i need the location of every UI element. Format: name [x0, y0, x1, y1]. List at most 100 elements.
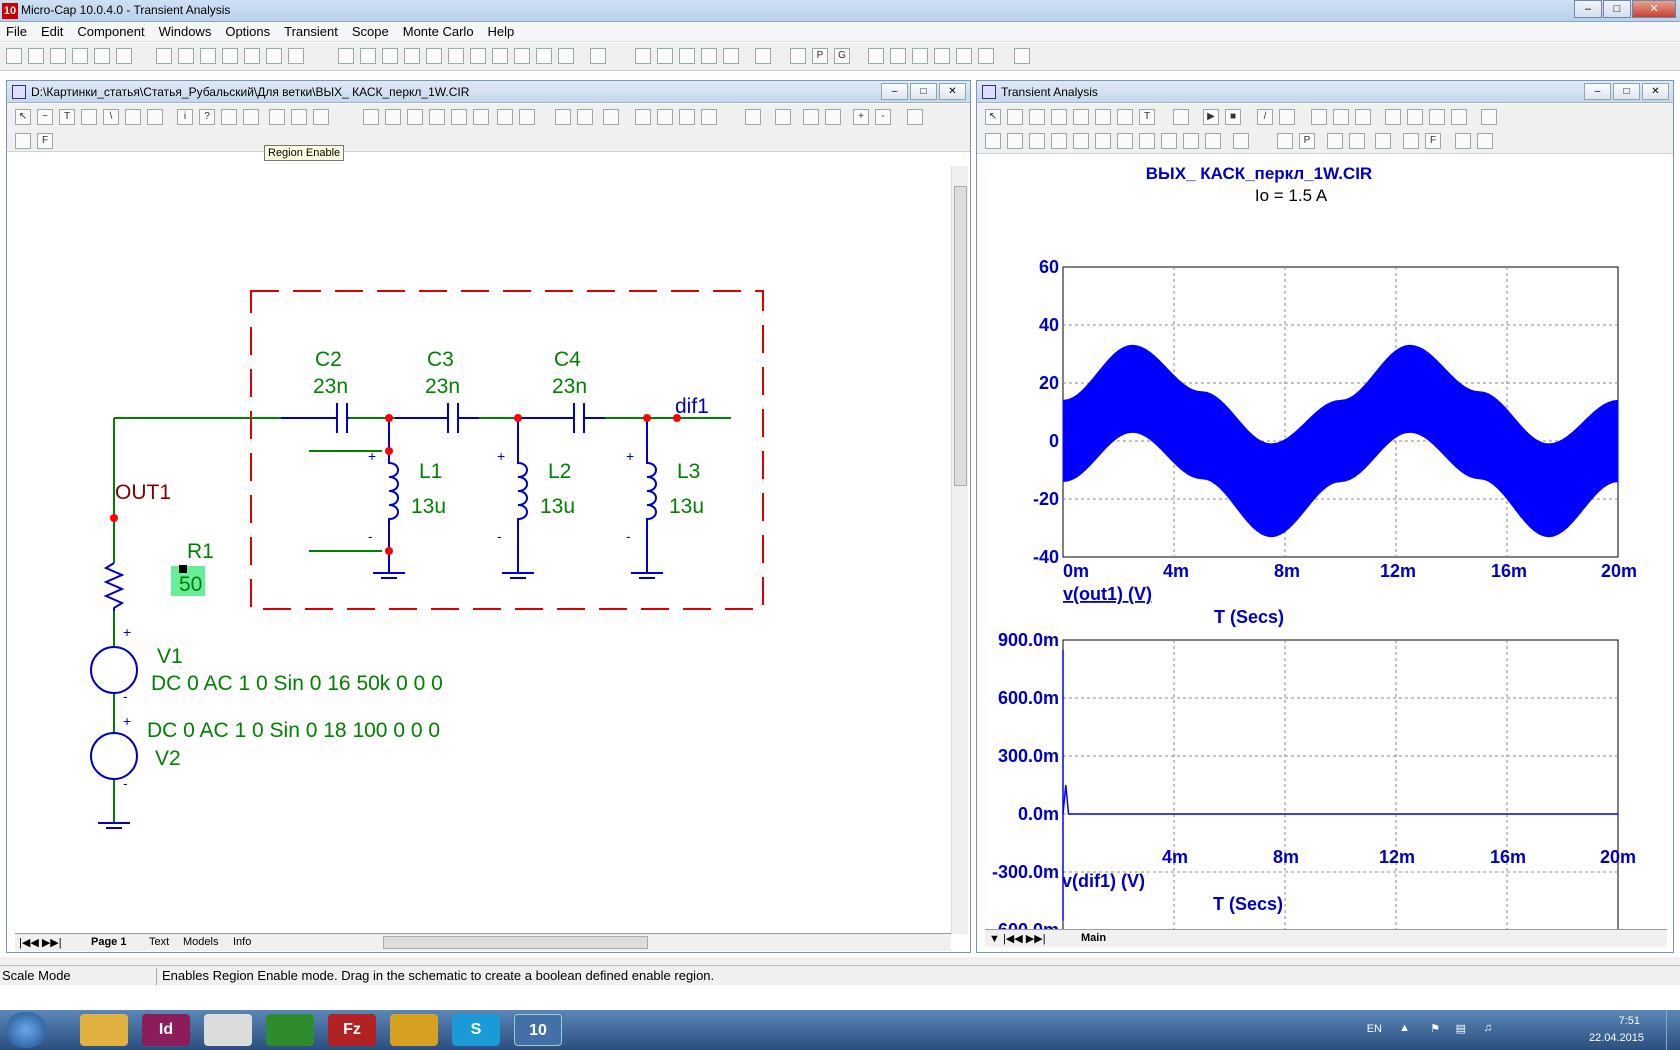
- wire-mode-icon[interactable]: [81, 109, 97, 125]
- skype-taskbar-icon[interactable]: S: [452, 1014, 500, 1046]
- tray-volume-icon[interactable]: ♫: [1484, 1022, 1492, 1034]
- wire-icon[interactable]: ~: [37, 109, 53, 125]
- global-low-icon[interactable]: [1117, 133, 1133, 149]
- schematic-canvas[interactable]: + - + - + - + - + - C2 23n C3 23n C4 23n L1 1…: [11, 163, 951, 938]
- zoom-in-icon[interactable]: +: [853, 109, 869, 125]
- transient-minimize-button[interactable]: –: [1584, 83, 1611, 100]
- print-icon[interactable]: [116, 48, 132, 64]
- clock-date[interactable]: 22.04.2015: [1589, 1032, 1644, 1044]
- refresh-icon[interactable]: [603, 109, 619, 125]
- plot-function-icon[interactable]: F: [1425, 133, 1441, 149]
- high-icon[interactable]: [1029, 133, 1045, 149]
- pencil-icon[interactable]: [956, 48, 972, 64]
- show-desktop-button[interactable]: [1666, 1010, 1680, 1050]
- palette-icon[interactable]: [1233, 133, 1249, 149]
- info-icon[interactable]: i: [177, 109, 193, 125]
- menu-edit[interactable]: Edit: [41, 24, 63, 39]
- limits-icon[interactable]: [890, 48, 906, 64]
- menu-component[interactable]: Component: [77, 24, 144, 39]
- opamp-icon[interactable]: [492, 48, 508, 64]
- ground-icon[interactable]: [338, 48, 354, 64]
- property-icon[interactable]: P: [812, 48, 828, 64]
- plot-select-icon[interactable]: ↖: [985, 109, 1001, 125]
- filezilla-taskbar-icon[interactable]: Fz: [328, 1014, 376, 1046]
- window-icon[interactable]: [701, 48, 717, 64]
- tile-horizontal-icon[interactable]: [679, 48, 695, 64]
- open-file-icon[interactable]: [28, 48, 44, 64]
- find-icon[interactable]: [745, 109, 761, 125]
- flip-y-icon[interactable]: [679, 109, 695, 125]
- transient-restore-button[interactable]: □: [1613, 83, 1640, 100]
- component-finder-icon[interactable]: [15, 133, 31, 149]
- menu-help[interactable]: Help: [488, 24, 515, 39]
- undo-icon[interactable]: [156, 48, 172, 64]
- arrow-tool-icon[interactable]: [1279, 109, 1295, 125]
- inflection-icon[interactable]: [1073, 133, 1089, 149]
- tab-main[interactable]: Main: [1081, 932, 1106, 944]
- schematic-close-button[interactable]: ✕: [939, 83, 966, 100]
- selection-handle[interactable]: [179, 565, 187, 573]
- schematic-restore-button[interactable]: □: [910, 83, 937, 100]
- power-icon[interactable]: [451, 109, 467, 125]
- numeric-icon[interactable]: [1277, 133, 1293, 149]
- tab-models[interactable]: Models: [183, 936, 218, 948]
- next-peak-icon[interactable]: [1429, 109, 1445, 125]
- tab-nav-first-icon[interactable]: |◀◀ ▶▶|: [19, 936, 62, 949]
- line-tool-icon[interactable]: /: [1257, 109, 1273, 125]
- hscroll-thumb[interactable]: [383, 936, 648, 949]
- delete-icon[interactable]: [266, 48, 282, 64]
- valley-icon[interactable]: [1007, 133, 1023, 149]
- tile-vertical-icon[interactable]: [657, 48, 673, 64]
- battery-icon[interactable]: [448, 48, 464, 64]
- cursor-left-icon[interactable]: [1385, 109, 1401, 125]
- redo-icon[interactable]: [178, 48, 194, 64]
- node-voltage-icon[interactable]: [407, 109, 423, 125]
- mirror-icon[interactable]: [701, 109, 717, 125]
- npn-icon[interactable]: [470, 48, 486, 64]
- border-icon[interactable]: [555, 109, 571, 125]
- node-icon[interactable]: [558, 48, 574, 64]
- select-mode-icon[interactable]: ↖: [15, 109, 31, 125]
- pin-connect-icon[interactable]: [313, 109, 329, 125]
- cursor-tool-icon[interactable]: [577, 109, 593, 125]
- save-all-icon[interactable]: [72, 48, 88, 64]
- grid-dots-icon[interactable]: [519, 109, 535, 125]
- microcap-taskbar-icon[interactable]: 10: [514, 1014, 562, 1046]
- current-icon[interactable]: [429, 109, 445, 125]
- schematic-minimize-button[interactable]: –: [881, 83, 908, 100]
- voltage-source-v2[interactable]: [90, 732, 138, 780]
- zoom-out-icon[interactable]: -: [875, 109, 891, 125]
- scale-icon[interactable]: [1007, 109, 1023, 125]
- wave-icon[interactable]: [1183, 133, 1199, 149]
- capacitor-icon[interactable]: [382, 48, 398, 64]
- calculator-icon[interactable]: [755, 48, 771, 64]
- plot1-ylabel[interactable]: v(out1) (V): [1063, 584, 1152, 604]
- transient-close-button[interactable]: ✕: [1642, 83, 1669, 100]
- tab-info[interactable]: Info: [233, 936, 251, 948]
- region-icon[interactable]: [125, 109, 141, 125]
- region-enable-icon[interactable]: [243, 109, 259, 125]
- label-r1-value[interactable]: 50: [179, 573, 202, 596]
- notepad-taskbar-icon[interactable]: [204, 1014, 252, 1046]
- split-icon[interactable]: [723, 48, 739, 64]
- wave-tool-icon[interactable]: [1451, 109, 1467, 125]
- cursor-right-icon[interactable]: [1407, 109, 1423, 125]
- source-icon[interactable]: [514, 48, 530, 64]
- level-icon[interactable]: [1161, 133, 1177, 149]
- print-preview-icon[interactable]: [94, 48, 110, 64]
- function-icon[interactable]: F: [37, 133, 53, 149]
- language-indicator[interactable]: EN: [1367, 1023, 1382, 1035]
- run-icon[interactable]: [868, 48, 884, 64]
- data-points-icon[interactable]: [1311, 109, 1327, 125]
- new-file-icon[interactable]: [6, 48, 22, 64]
- properties-icon[interactable]: [1173, 109, 1189, 125]
- menu-scope[interactable]: Scope: [352, 24, 389, 39]
- clock-time[interactable]: 7:51: [1619, 1015, 1640, 1027]
- performance-tag-icon[interactable]: [1117, 109, 1133, 125]
- tab-text[interactable]: Text: [149, 936, 169, 948]
- copy-icon[interactable]: [222, 48, 238, 64]
- flag-icon[interactable]: [147, 109, 163, 125]
- global-high-icon[interactable]: [1095, 133, 1111, 149]
- menu-options[interactable]: Options: [225, 24, 270, 39]
- cursor-x-icon[interactable]: [1327, 133, 1343, 149]
